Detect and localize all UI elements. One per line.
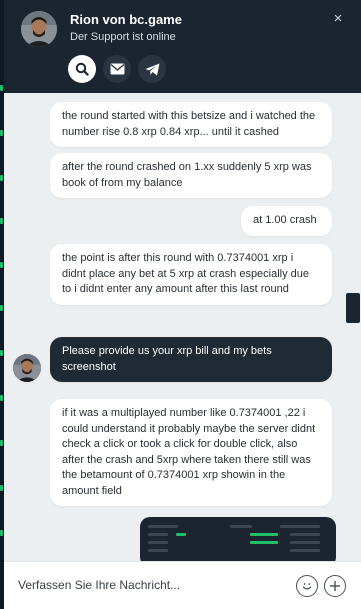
user-message: after the round crashed on 1.xx suddenly…	[50, 153, 332, 198]
message-list[interactable]: the round started with this betsize and …	[4, 93, 361, 561]
background-marker	[0, 440, 3, 446]
email-button[interactable]	[103, 55, 131, 83]
attachment-detail	[230, 525, 252, 528]
background-marker	[0, 350, 3, 356]
background-marker	[0, 262, 3, 268]
user-message: at 1.00 crash	[241, 206, 332, 236]
background-marker	[0, 395, 3, 401]
background-marker	[0, 530, 3, 536]
attachment-detail	[290, 541, 320, 544]
attachment-detail	[148, 533, 168, 536]
attachment-detail	[176, 533, 186, 536]
background-marker	[0, 85, 3, 91]
attachment-detail	[250, 533, 278, 536]
telegram-button[interactable]	[138, 55, 166, 83]
chat-header: Rion von bc.game Der Support ist online …	[4, 0, 361, 93]
background-marker	[0, 175, 3, 181]
screenshot-attachment[interactable]	[140, 517, 336, 561]
search-button[interactable]	[68, 55, 96, 83]
attachment-detail	[148, 549, 168, 552]
plus-icon	[330, 581, 340, 591]
header-actions	[68, 55, 166, 83]
background-marker	[0, 218, 3, 224]
user-message: the point is after this round with 0.737…	[50, 244, 332, 305]
message-input[interactable]	[18, 574, 278, 596]
emoji-icon	[302, 583, 312, 590]
search-icon	[75, 62, 89, 76]
background-marker	[0, 305, 3, 311]
chat-widget: Rion von bc.game Der Support ist online …	[4, 0, 361, 609]
add-attachment-button[interactable]	[324, 575, 346, 597]
scrollbar-thumb[interactable]	[346, 293, 360, 323]
emoji-button[interactable]	[296, 575, 318, 597]
email-icon	[110, 63, 124, 75]
attachment-detail	[290, 549, 320, 552]
user-message: the round started with this betsize and …	[50, 102, 332, 147]
agent-avatar	[21, 11, 57, 47]
avatar-portrait-icon	[21, 11, 57, 47]
attachment-detail	[280, 525, 320, 528]
user-message: if it was a multiplayed number like 0.73…	[50, 399, 332, 506]
attachment-detail	[250, 541, 278, 544]
attachment-detail	[148, 541, 168, 544]
background-marker	[0, 130, 3, 136]
chat-title: Rion von bc.game	[70, 12, 182, 27]
telegram-icon	[145, 63, 159, 75]
avatar-portrait-icon	[13, 354, 41, 382]
agent-message-avatar	[13, 354, 41, 382]
close-button[interactable]: ×	[329, 10, 347, 28]
background-marker	[0, 485, 3, 491]
attachment-detail	[290, 533, 320, 536]
agent-message: Please provide us your xrp bill and my b…	[50, 337, 332, 382]
message-composer	[4, 561, 361, 609]
attachment-detail	[148, 525, 178, 528]
online-status: Der Support ist online	[70, 31, 176, 43]
